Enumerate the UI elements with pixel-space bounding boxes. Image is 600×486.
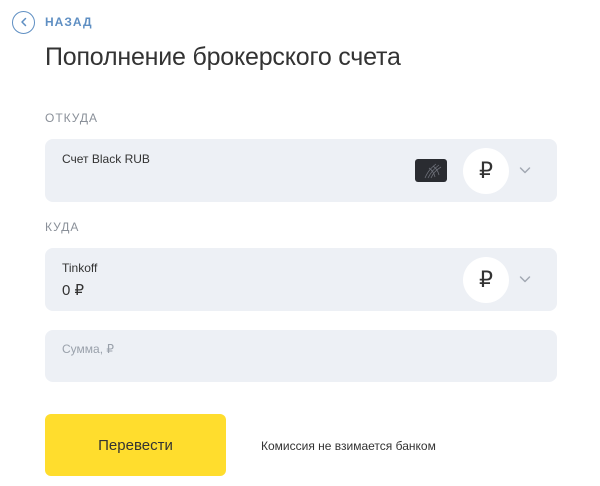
transfer-button[interactable]: Перевести (45, 414, 226, 476)
target-account-name: Tinkoff (62, 261, 98, 275)
target-account-select[interactable]: Tinkoff 0 ₽ ₽ (45, 248, 557, 311)
chevron-down-icon[interactable] (519, 272, 531, 290)
source-currency-badge: ₽ (463, 148, 509, 194)
arrow-left-icon (12, 10, 35, 34)
from-section-label: ОТКУДА (45, 111, 99, 125)
target-currency-badge: ₽ (463, 257, 509, 303)
fee-note: Комиссия не взимается банком (261, 439, 436, 453)
target-account-balance: 0 ₽ (62, 282, 85, 299)
chevron-down-icon[interactable] (519, 163, 531, 181)
back-label: НАЗАД (45, 15, 93, 29)
source-account-select[interactable]: Счет Black RUB ₽ (45, 139, 557, 202)
amount-input[interactable] (45, 330, 557, 382)
back-link[interactable]: НАЗАД (12, 10, 93, 34)
page-title: Пополнение брокерского счета (45, 43, 401, 71)
amount-field[interactable]: Сумма, ₽ (45, 330, 557, 382)
bank-card-icon (415, 159, 447, 182)
to-section-label: КУДА (45, 220, 80, 234)
source-account-name: Счет Black RUB (62, 152, 150, 166)
